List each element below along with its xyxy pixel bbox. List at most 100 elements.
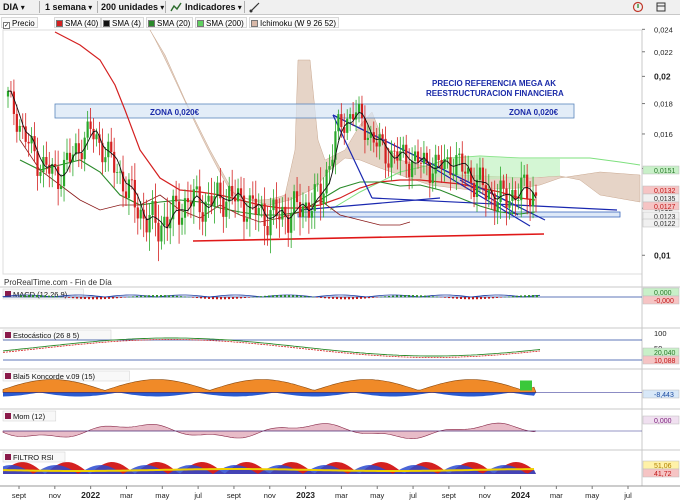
macd-histogram-bar bbox=[32, 295, 34, 298]
candle-body bbox=[484, 185, 487, 200]
macd-histogram-bar bbox=[528, 295, 530, 298]
candle-body bbox=[446, 157, 449, 159]
candle-body bbox=[325, 169, 328, 194]
macd-histogram-bar bbox=[420, 295, 422, 298]
candle-body bbox=[139, 209, 142, 219]
zone-right-label: ZONA 0,020€ bbox=[509, 108, 559, 117]
macd-histogram-bar bbox=[512, 296, 514, 298]
macd-histogram-bar bbox=[248, 297, 250, 298]
macd-histogram-bar bbox=[356, 297, 358, 300]
macd-histogram-bar bbox=[324, 297, 326, 299]
macd-histogram-bar bbox=[268, 295, 270, 298]
panel-title: FILTRO RSI bbox=[13, 453, 54, 462]
macd-histogram-bar bbox=[92, 297, 94, 300]
macd-histogram-bar bbox=[76, 297, 78, 299]
macd-histogram-bar bbox=[200, 297, 202, 299]
macd-histogram-bar bbox=[60, 296, 62, 298]
price-tags: 0,01510,01320,01350,01270,01230,0122 bbox=[642, 165, 680, 228]
macd-histogram-bar bbox=[156, 295, 158, 298]
macd-histogram-bar bbox=[80, 297, 82, 299]
panel-color-icon bbox=[5, 373, 11, 379]
macd-histogram-bar bbox=[360, 297, 362, 299]
candle-body bbox=[366, 137, 369, 140]
macd-histogram-bar bbox=[168, 295, 170, 298]
candle-body bbox=[475, 179, 479, 198]
candle-body bbox=[180, 217, 184, 225]
macd-histogram-bar bbox=[212, 297, 214, 300]
candle-body bbox=[216, 182, 219, 197]
macd-histogram-bar bbox=[380, 296, 382, 298]
candle-body bbox=[177, 201, 181, 225]
candle-body bbox=[301, 206, 305, 218]
macd-histogram-bar bbox=[116, 297, 118, 299]
candle-body bbox=[378, 134, 381, 147]
macd-histogram-bar bbox=[56, 296, 58, 298]
panel-title: MACD (12 26 9) bbox=[13, 290, 68, 299]
macd-histogram-bar bbox=[424, 295, 426, 298]
candle-body bbox=[228, 185, 231, 202]
x-tick-label: nov bbox=[49, 491, 61, 500]
macd-histogram-bar bbox=[184, 296, 186, 298]
x-tick-label: may bbox=[155, 491, 169, 500]
candle-body bbox=[245, 218, 249, 222]
macd-histogram-bar bbox=[444, 297, 446, 298]
candle-body bbox=[505, 188, 508, 208]
panel-title: Estocástico (26 8 5) bbox=[13, 331, 80, 340]
macd-histogram-bar bbox=[256, 296, 258, 298]
macd-histogram-bar bbox=[204, 297, 206, 299]
macd-histogram-bar bbox=[456, 297, 458, 299]
macd-histogram-bar bbox=[96, 297, 98, 300]
macd-histogram-bar bbox=[416, 295, 418, 298]
macd-histogram-bar bbox=[480, 297, 482, 300]
x-tick-label: jul bbox=[193, 491, 202, 500]
candle-body bbox=[452, 174, 455, 176]
panel-price-tag-label: 41,72 bbox=[654, 471, 672, 478]
candle-body bbox=[529, 198, 532, 207]
macd-histogram-bar bbox=[308, 296, 310, 298]
candle-body bbox=[449, 157, 452, 176]
macd-histogram-bar bbox=[520, 295, 522, 298]
candle-body bbox=[272, 199, 275, 211]
candle-body bbox=[89, 121, 92, 129]
candle-body bbox=[95, 134, 98, 140]
candle-body bbox=[496, 202, 499, 212]
macd-histogram-bar bbox=[24, 295, 26, 298]
macd-histogram-bar bbox=[328, 297, 330, 299]
panel-price-tag-label: -8,443 bbox=[654, 392, 674, 399]
candle-body bbox=[27, 141, 30, 144]
macd-histogram-bar bbox=[196, 297, 198, 299]
price-tick-label: 0,024 bbox=[654, 25, 673, 34]
macd-histogram-bar bbox=[428, 295, 430, 298]
macd-histogram-bar bbox=[336, 297, 338, 300]
macd-histogram-bar bbox=[384, 296, 386, 298]
candle-body bbox=[107, 141, 110, 158]
candle-body bbox=[517, 200, 520, 202]
candle-body bbox=[133, 179, 136, 208]
candle-body bbox=[520, 177, 523, 201]
macd-histogram-bar bbox=[404, 295, 406, 298]
candle-body bbox=[225, 201, 228, 217]
macd-histogram-bar bbox=[264, 295, 266, 298]
macd-histogram-bar bbox=[52, 295, 54, 298]
candle-body bbox=[357, 103, 361, 113]
macd-histogram-bar bbox=[192, 297, 194, 298]
price-tick-label: 0,02 bbox=[654, 71, 671, 81]
candle-body bbox=[62, 159, 66, 187]
macd-histogram-bar bbox=[176, 295, 178, 298]
candle-body bbox=[295, 191, 299, 203]
candle-body bbox=[431, 173, 434, 184]
macd-histogram-bar bbox=[68, 297, 70, 298]
x-tick-label: may bbox=[370, 491, 384, 500]
candle-body bbox=[116, 172, 119, 174]
candle-body bbox=[402, 144, 405, 152]
macd-histogram-bar bbox=[108, 297, 110, 299]
candle-body bbox=[360, 103, 364, 119]
candle-body bbox=[293, 191, 296, 214]
candle-body bbox=[534, 192, 538, 196]
candle-body bbox=[12, 91, 15, 114]
price-tag-label: 0,0151 bbox=[654, 168, 676, 175]
macd-histogram-bar bbox=[400, 295, 402, 298]
x-tick-label: mar bbox=[550, 491, 563, 500]
macd-histogram-bar bbox=[292, 295, 294, 298]
macd-histogram-bar bbox=[28, 295, 30, 298]
